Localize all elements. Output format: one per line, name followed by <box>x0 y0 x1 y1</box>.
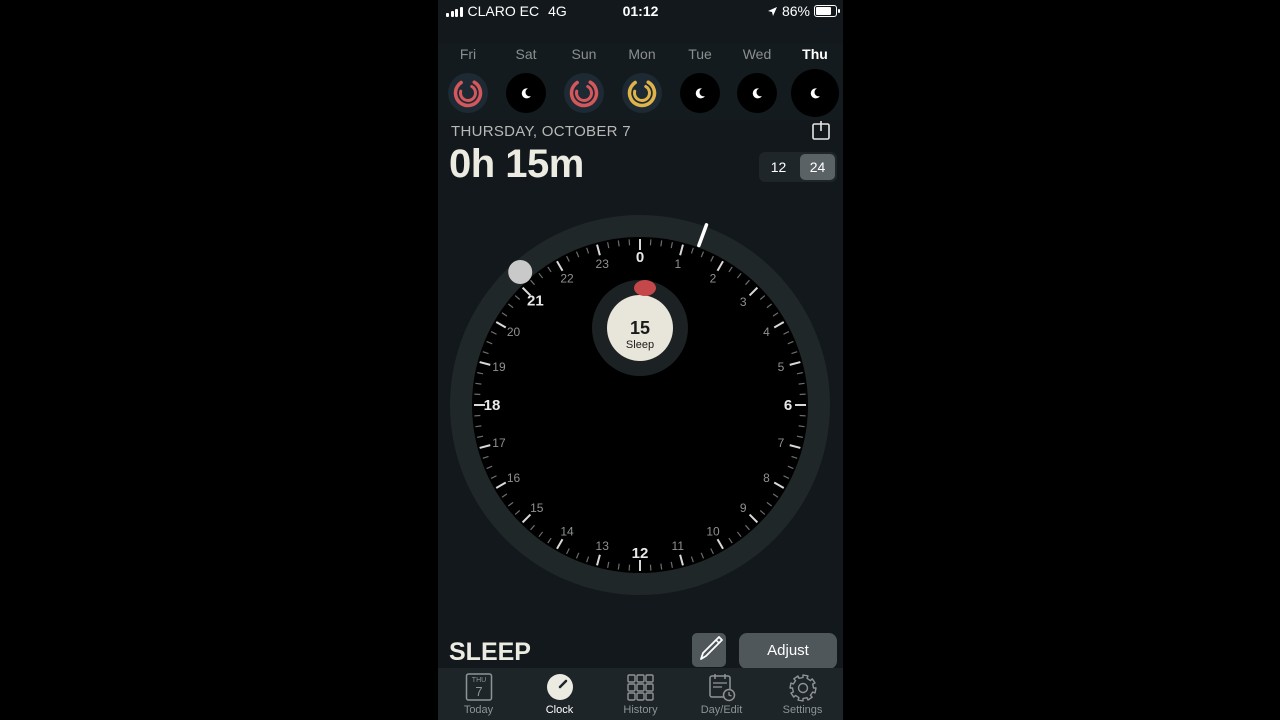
battery-percent: 86% <box>781 3 810 19</box>
hour-label-22: 22 <box>560 272 574 286</box>
hour-label-1: 1 <box>674 257 681 271</box>
hour-label-18: 18 <box>484 397 501 414</box>
day-fri[interactable]: Fri <box>439 44 497 118</box>
time-format-toggle: 12 24 <box>759 152 837 182</box>
pencil-icon <box>700 636 723 660</box>
dial-tick <box>475 382 482 385</box>
tab-bar: THU 7 Today Clock History Day/Edit Setti… <box>438 668 843 720</box>
section-title: SLEEP <box>449 638 531 666</box>
sleep-clock-dial[interactable]: 0 123456789101112131415161718192021222315… <box>438 190 843 610</box>
moon-badge-icon <box>737 73 777 113</box>
day-sat[interactable]: Sat <box>497 44 555 118</box>
hour-label-11: 11 <box>672 539 685 553</box>
calendar-day-badge: THU <box>471 677 485 684</box>
sleep-ring-icon <box>564 73 604 113</box>
hour-label-9: 9 <box>740 501 747 515</box>
moon-badge-icon <box>791 69 839 117</box>
sleep-ring-icon <box>448 73 488 113</box>
tab-label: Settings <box>782 704 823 716</box>
day-label: Wed <box>742 46 772 62</box>
dial-tick <box>798 425 805 428</box>
dial-tick <box>617 563 620 570</box>
hour-label-19: 19 <box>492 360 506 374</box>
day-sun[interactable]: Sun <box>555 44 613 118</box>
hour-label-15: 15 <box>530 501 544 515</box>
hour-label-8: 8 <box>763 471 770 485</box>
tab-label: Day/Edit <box>700 704 743 716</box>
tab-settings[interactable]: Settings <box>762 668 843 720</box>
edit-button[interactable] <box>692 633 726 667</box>
hour-label-6: 6 <box>784 397 792 414</box>
day-label: Thu <box>802 46 828 62</box>
calendar-day-number: 7 <box>475 684 482 699</box>
sleep-moon-icon <box>634 280 656 296</box>
hour-label-20: 20 <box>507 325 521 339</box>
tab-history[interactable]: History <box>600 668 681 720</box>
share-icon[interactable] <box>811 119 831 141</box>
sleep-ring-icon <box>622 73 662 113</box>
dial-tick <box>660 563 663 570</box>
day-mon[interactable]: Mon <box>613 44 671 118</box>
day-label: Mon <box>628 46 656 62</box>
tab-clock[interactable]: Clock <box>519 668 600 720</box>
hour-label-23: 23 <box>596 257 610 271</box>
format-24-button[interactable]: 24 <box>800 154 835 180</box>
tab-label: Clock <box>545 704 574 716</box>
format-12-button[interactable]: 12 <box>761 154 796 180</box>
dial-tick <box>475 425 482 428</box>
hour-label-12: 12 <box>632 545 649 562</box>
date-label: THURSDAY, OCTOBER 7 <box>451 123 631 140</box>
tab-today[interactable]: THU 7 Today <box>438 668 519 720</box>
hour-label-2: 2 <box>710 272 717 286</box>
tab-label: History <box>623 704 658 716</box>
sleep-duration: 0h 15m <box>449 142 584 186</box>
calendar-clock-icon <box>708 674 735 702</box>
day-thu[interactable]: Thu <box>786 44 843 118</box>
clock-icon <box>546 674 573 700</box>
gear-icon <box>788 674 817 702</box>
center-label: Sleep <box>626 339 654 351</box>
center-value: 15 <box>630 318 650 338</box>
hour-label-0: 0 <box>636 249 644 266</box>
hour-label-5: 5 <box>778 360 785 374</box>
hour-label-17: 17 <box>492 436 506 450</box>
tab-label: Today <box>463 704 494 716</box>
location-arrow-icon <box>767 6 777 16</box>
hour-label-10: 10 <box>706 524 720 538</box>
day-tue[interactable]: Tue <box>671 44 729 118</box>
hour-label-4: 4 <box>763 325 770 339</box>
hour-label-3: 3 <box>740 295 747 309</box>
moon-badge-icon <box>506 73 546 113</box>
hour-label-14: 14 <box>560 524 574 538</box>
week-strip: Fri Sat Sun Mon Tue Wed Thu <box>438 44 843 120</box>
battery-icon <box>814 5 840 17</box>
moon-badge-icon <box>680 73 720 113</box>
dial-tick <box>660 240 663 247</box>
grid-icon <box>626 674 654 701</box>
day-label: Sat <box>515 46 537 62</box>
tab-day-edit[interactable]: Day/Edit <box>681 668 762 720</box>
day-label: Fri <box>459 46 477 62</box>
day-label: Tue <box>688 46 712 62</box>
dial-tick <box>798 382 805 385</box>
dial-tick <box>617 240 620 247</box>
hour-label-13: 13 <box>596 539 610 553</box>
phone-screen: CLARO EC 4G 01:12 86% Fri Sat Sun Mon Tue Wed… <box>438 0 843 720</box>
hour-label-16: 16 <box>507 471 521 485</box>
day-label: Sun <box>571 46 597 62</box>
hour-label-7: 7 <box>778 436 785 450</box>
calendar-day-icon: THU 7 <box>465 673 492 701</box>
adjust-button[interactable]: Adjust <box>739 633 837 669</box>
sleep-start-handle[interactable] <box>508 259 533 284</box>
day-wed[interactable]: Wed <box>728 44 786 118</box>
status-bar: CLARO EC 4G 01:12 86% <box>438 0 843 22</box>
hour-label-21: 21 <box>527 292 544 309</box>
